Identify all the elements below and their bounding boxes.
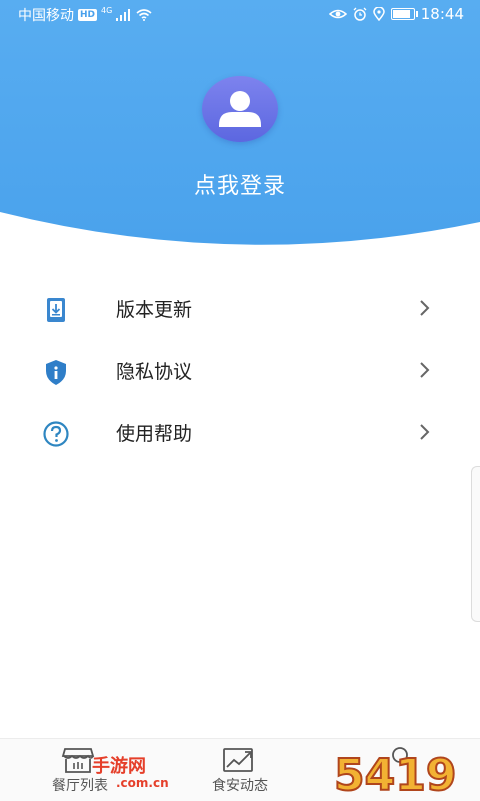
avatar-button[interactable] [202,76,278,142]
menu-item-privacy-policy[interactable]: 隐私协议 [0,340,480,400]
menu-item-help[interactable]: 使用帮助 [0,402,480,462]
download-icon [47,298,65,322]
watermark-text: 手游网 [92,756,146,777]
status-bar: 中国移动 HD 4G 18:44 [0,0,480,28]
chevron-right-icon [420,424,430,440]
watermark-domain: .com.cn [116,776,169,790]
storefront-icon [61,748,95,773]
login-prompt[interactable]: 点我登录 [0,168,480,200]
menu-item-label: 隐私协议 [116,361,193,383]
chevron-right-icon [420,300,430,316]
help-icon [43,421,69,447]
carrier-name: 中国移动 [18,8,74,24]
shield-info-icon [46,360,66,385]
menu-item-label: 使用帮助 [116,423,193,445]
signal-icon [116,9,131,21]
nav-tab-food-safety-news[interactable]: 食安动态 [180,739,300,801]
wifi-icon [136,9,152,21]
nav-tab-label: 食安动态 [212,778,268,794]
side-drawer-handle[interactable] [471,466,480,622]
location-icon [373,7,385,21]
user-icon [219,91,261,127]
eye-icon [328,9,347,19]
trend-chart-icon [223,748,253,772]
menu-item-version-update[interactable]: 版本更新 [0,278,480,338]
battery-level [392,10,410,18]
clock-time: 18:44 [420,5,464,23]
watermark-logo: 5419 [333,749,457,800]
signal-type: 4G [101,5,113,15]
menu-item-label: 版本更新 [116,299,193,321]
watermark-number: 5419 [334,750,456,800]
battery-icon [390,8,418,20]
alarm-icon [353,7,367,21]
hd-badge: HD [78,9,98,21]
chevron-right-icon [420,362,430,378]
